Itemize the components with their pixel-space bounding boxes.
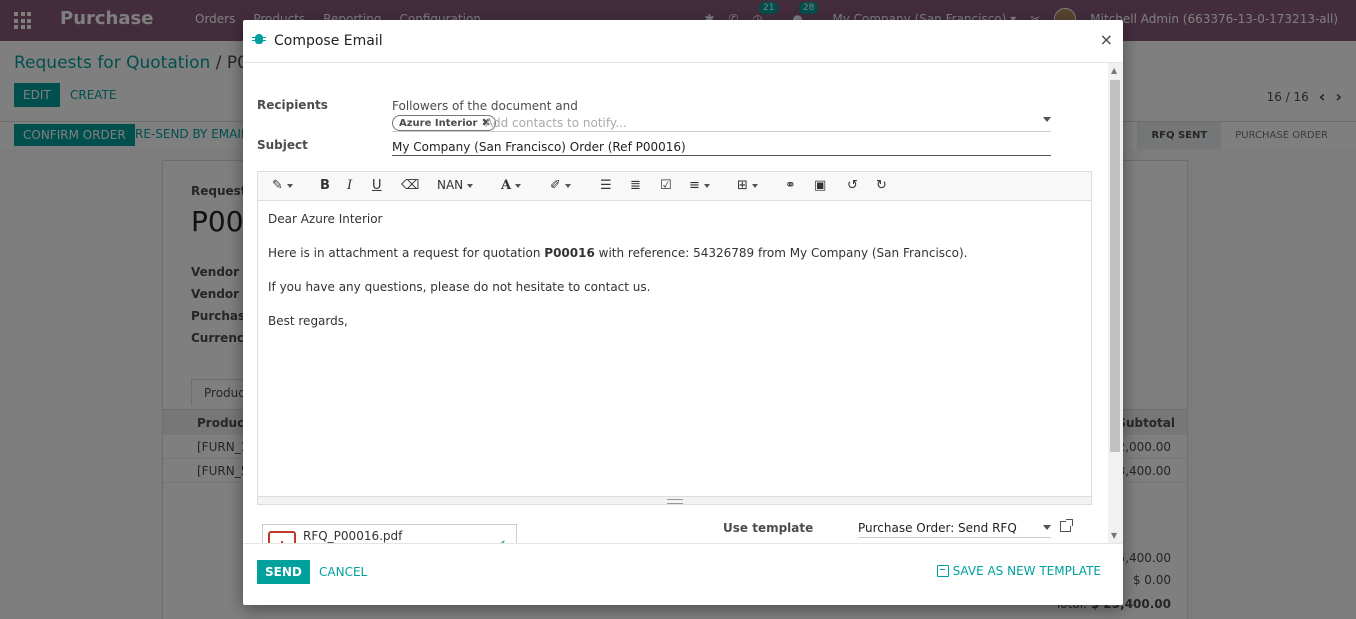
table-icon[interactable]: ⊞ xyxy=(737,178,758,193)
compose-email-dialog: Compose Email × Recipients Followers of … xyxy=(243,20,1123,605)
subject-label: Subject xyxy=(257,138,308,152)
recipients-dropdown-icon[interactable] xyxy=(1043,117,1051,122)
dialog-title: Compose Email xyxy=(274,33,383,49)
eraser-icon[interactable]: ⌫ xyxy=(401,178,419,193)
close-icon[interactable]: × xyxy=(1100,30,1113,49)
template-select[interactable]: Purchase Order: Send RFQ xyxy=(858,520,1051,538)
scroll-up-icon[interactable]: ▲ xyxy=(1111,66,1117,75)
body-greeting: Dear Azure Interior xyxy=(268,212,383,226)
style-magic-icon[interactable]: ✎ xyxy=(272,178,293,193)
body-questions-line: If you have any questions, please do not… xyxy=(268,280,651,294)
editor-resize-handle[interactable] xyxy=(258,496,1091,504)
font-size-dropdown[interactable]: NAN xyxy=(437,178,474,192)
bold-icon[interactable]: B xyxy=(320,178,330,193)
subject-input[interactable] xyxy=(392,138,1051,156)
checklist-icon[interactable]: ☑ xyxy=(660,178,672,193)
template-dropdown-icon[interactable] xyxy=(1043,525,1051,530)
recipients-input[interactable] xyxy=(485,114,1025,131)
font-color-icon[interactable]: A xyxy=(501,178,522,193)
save-as-template-button[interactable]: SAVE AS NEW TEMPLATE xyxy=(936,564,1101,578)
use-template-label: Use template xyxy=(723,521,814,535)
dialog-header: Compose Email × xyxy=(243,20,1123,63)
dialog-body: Recipients Followers of the document and… xyxy=(243,63,1123,543)
email-body[interactable]: Dear Azure Interior Here is in attachmen… xyxy=(268,212,1068,348)
scroll-down-icon[interactable]: ▼ xyxy=(1111,531,1117,540)
paint-brush-icon[interactable]: ✐ xyxy=(550,178,571,193)
recipient-tag[interactable]: Azure Interior ✖ xyxy=(392,115,496,131)
italic-icon[interactable]: I xyxy=(347,178,352,193)
pdf-file-icon xyxy=(268,531,296,543)
cancel-button[interactable]: CANCEL xyxy=(319,565,367,579)
attachment-name[interactable]: RFQ_P00016.pdf xyxy=(303,529,402,543)
dialog-scrollbar[interactable]: ▲ ▼ xyxy=(1108,63,1123,543)
followers-text: Followers of the document and xyxy=(392,99,578,113)
undo-icon[interactable]: ↺ xyxy=(847,178,858,193)
recipients-field[interactable]: Azure Interior ✖ xyxy=(392,114,1051,132)
dialog-footer: SEND CANCEL SAVE AS NEW TEMPLATE xyxy=(243,543,1123,605)
body-closing: Best regards, xyxy=(268,314,348,328)
numbered-list-icon[interactable]: ≣ xyxy=(630,178,641,193)
external-link-icon[interactable] xyxy=(1060,519,1073,532)
editor-toolbar: ✎ B I U ⌫ NAN A ✐ ☰ ≣ ☑ ≡ ⊞ ⚭ ▣ ↺ ↻ xyxy=(258,172,1091,201)
redo-icon[interactable]: ↻ xyxy=(876,178,887,193)
recipients-label: Recipients xyxy=(257,98,328,112)
save-icon xyxy=(936,565,949,577)
body-attachment-line: Here is in attachment a request for quot… xyxy=(268,246,968,260)
align-icon[interactable]: ≡ xyxy=(689,178,710,193)
attachment-item[interactable]: RFQ_P00016.pdf ✔ xyxy=(262,524,517,543)
debug-bug-icon[interactable] xyxy=(252,34,266,44)
send-button[interactable]: SEND xyxy=(257,560,310,584)
bullet-list-icon[interactable]: ☰ xyxy=(600,178,612,193)
scrollbar-thumb[interactable] xyxy=(1110,80,1120,452)
image-icon[interactable]: ▣ xyxy=(814,178,826,193)
link-icon[interactable]: ⚭ xyxy=(785,178,796,193)
underline-icon[interactable]: U xyxy=(372,178,382,193)
html-editor: ✎ B I U ⌫ NAN A ✐ ☰ ≣ ☑ ≡ ⊞ ⚭ ▣ ↺ ↻ Dear… xyxy=(257,171,1092,505)
